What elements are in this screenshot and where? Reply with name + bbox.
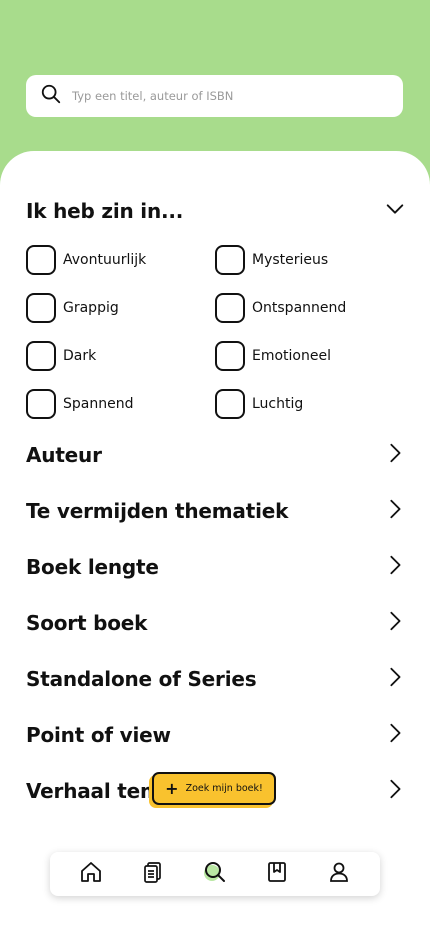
nav-list[interactable] [138,859,168,889]
mood-option-emotioneel[interactable]: Emotioneel [215,341,331,371]
filter-point-of-view[interactable]: Point of view [26,717,406,753]
search-input[interactable] [72,89,372,103]
checkbox-label: Luchtig [252,396,304,412]
filter-standalone-of-series[interactable]: Standalone of Series [26,661,406,697]
checkbox[interactable] [215,293,245,323]
chevron-right-icon [384,722,406,748]
checkbox-label: Grappig [63,300,119,316]
chevron-right-icon [384,610,406,636]
mood-option-grappig[interactable]: Grappig [26,293,119,323]
mood-option-luchtig[interactable]: Luchtig [215,389,303,419]
filter-auteur[interactable]: Auteur [26,437,406,473]
chevron-right-icon [384,442,406,468]
plus-icon: + [165,778,179,798]
search-icon [40,83,62,109]
mood-option-avontuurlijk[interactable]: Avontuurlijk [26,245,146,275]
filter-soort-boek[interactable]: Soort boek [26,605,406,641]
filter-title: Standalone of Series [26,667,257,691]
filter-te-vermijden-thematiek[interactable]: Te vermijden thematiek [26,493,406,529]
find-my-book-label: Zoek mijn boek! [185,783,263,794]
user-icon [327,860,351,888]
chevron-right-icon [384,498,406,524]
filter-title: Point of view [26,723,171,747]
checkbox[interactable] [215,245,245,275]
mood-section-header[interactable]: Ik heb zin in... [26,193,406,229]
checkbox-label: Emotioneel [252,348,331,364]
checkbox-label: Avontuurlijk [63,252,147,268]
search-bar[interactable] [26,75,403,117]
chevron-right-icon [384,666,406,692]
mood-option-spannend[interactable]: Spannend [26,389,133,419]
bookmark-icon [265,860,289,888]
filter-title: Te vermijden thematiek [26,499,289,523]
search-icon [203,860,227,888]
find-my-book-button[interactable]: + Zoek mijn boek! [152,772,276,805]
filter-title: Boek lengte [26,555,159,579]
checkbox[interactable] [26,293,56,323]
bottom-navigation [50,852,380,896]
mood-section-title: Ik heb zin in... [26,199,184,223]
nav-home[interactable] [76,859,106,889]
home-icon [79,860,103,888]
nav-search[interactable] [200,859,230,889]
filter-boek-lengte[interactable]: Boek lengte [26,549,406,585]
checkbox[interactable] [215,389,245,419]
nav-bookmarks[interactable] [262,859,292,889]
chevron-down-icon [384,198,406,224]
clipboard-icon [141,860,165,888]
checkbox-label: Dark [63,348,97,364]
checkbox[interactable] [26,389,56,419]
mood-option-ontspannend[interactable]: Ontspannend [215,293,346,323]
filter-title: Auteur [26,443,102,467]
checkbox-label: Spannend [63,396,134,412]
checkbox-label: Mysterieus [252,252,329,268]
filter-title: Soort boek [26,611,148,635]
nav-profile[interactable] [324,859,354,889]
checkbox[interactable] [215,341,245,371]
mood-option-dark[interactable]: Dark [26,341,96,371]
checkbox[interactable] [26,245,56,275]
checkbox-label: Ontspannend [252,300,347,316]
mood-option-mysterieus[interactable]: Mysterieus [215,245,328,275]
chevron-right-icon [384,554,406,580]
chevron-right-icon [384,778,406,804]
checkbox[interactable] [26,341,56,371]
